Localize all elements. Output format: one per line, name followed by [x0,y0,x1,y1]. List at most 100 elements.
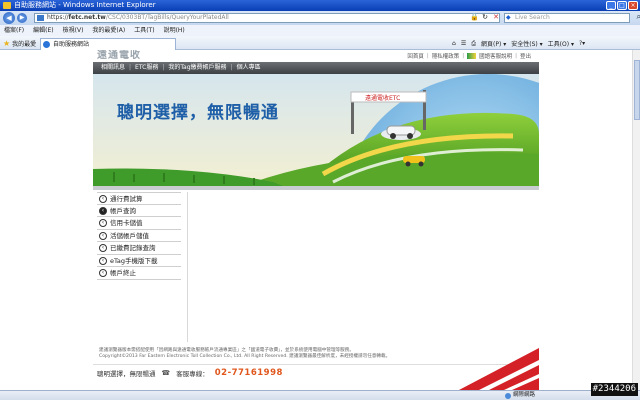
ie-page-icon [43,41,50,48]
search-provider-icon: ◆ [506,14,511,21]
ie-window: 自助服務網站 - Windows Internet Explorer _ □ ×… [0,0,640,400]
chevron-left-icon: ‹ [99,206,107,215]
banner-slogan: 聰明選擇，無限暢通 [117,103,279,123]
search-placeholder: Live Search [515,14,550,21]
close-button[interactable]: × [628,1,638,10]
minimize-button[interactable]: _ [606,1,616,10]
hero-banner: 遠通電收ETC 聰明選擇，無限暢通 [93,74,539,186]
maximize-button[interactable]: □ [617,1,627,10]
nav-etc-service[interactable]: ETC服務 [135,62,158,74]
watermark-id: #2344206 [590,383,638,396]
favorites-button[interactable]: ★ 我的最愛 [3,39,36,48]
site-logo[interactable]: 遠通電收 [97,50,141,61]
side-item-bank-topup[interactable]: ‹ 活儲帳戶儲值 [97,230,181,242]
scrollbar-thumb[interactable] [634,60,640,120]
address-host: fetc.net.tw [68,14,106,21]
side-item-label: 帳戶終止 [110,269,136,277]
page-icon [37,15,44,21]
forward-button[interactable]: ▶ [17,13,27,23]
side-menu: ‹ 通行費試算 ‹ 帳戶查詢 ‹ 信用卡儲值 ‹ 活儲帳戶儲值 ‹ 已繳費記錄查… [97,192,181,280]
refresh-button[interactable]: ↻ [481,13,489,21]
banner-illustration: 遠通電收ETC [93,74,539,186]
window-title: 自助服務網站 - Windows Internet Explorer [14,1,156,9]
home-icon[interactable]: ⌂ [452,40,456,47]
favorites-bar: ★ 我的最愛 自助服務網站 ⌂ ☰ ⎙ 網頁(P) ▾ 安全性(S) ▾ 工具(… [0,36,640,50]
chevron-left-icon: ‹ [99,269,107,277]
tools-menu[interactable]: 工具(O) ▾ [548,39,574,48]
side-item-account-termination[interactable]: ‹ 帳戶終止 [97,267,181,280]
safety-menu[interactable]: 安全性(S) ▾ [511,39,542,48]
site-container: 遠通電收 回首頁 | 隱私權政策 | 國語客服說明 | 登出 相關訊息 | ET… [93,50,539,390]
menu-file[interactable]: 檔案(F) [4,25,24,36]
banner-divider [93,186,539,190]
window-controls: _ □ × [606,1,638,10]
side-item-label: 已繳費記錄查詢 [110,244,156,252]
address-buttons: 🔒 ↻ ✕ [470,13,500,21]
chevron-left-icon: ‹ [99,256,107,265]
vertical-scrollbar[interactable] [632,50,640,390]
side-item-label: eTag手機版下載 [110,256,158,265]
content-divider [187,192,188,342]
hotline-slogan: 聰明選擇，無限暢通 [97,370,156,378]
menu-tools[interactable]: 工具(T) [134,25,154,36]
status-bar: 網際網路 100% ▾ [0,390,640,400]
app-icon [3,2,11,9]
side-item-account-query[interactable]: ‹ 帳戶查詢 [97,205,181,217]
nav-personal[interactable]: 個人專區 [237,62,261,74]
command-bar: ⌂ ☰ ⎙ 網頁(P) ▾ 安全性(S) ▾ 工具(O) ▾ ?▾ [452,39,585,49]
nav-news[interactable]: 相關訊息 [101,62,125,74]
hotline-label: 客服專線： [176,370,209,378]
side-item-label: 通行費試算 [110,195,143,203]
address-input[interactable]: https://fetc.net.tw/CSC/0303BT/TagBills/… [34,13,500,23]
side-item-payment-history[interactable]: ‹ 已繳費記錄查詢 [97,242,181,255]
footer-notice: 建議瀏覽器版本需搭配使用「因網路與遠通電收服務帳戶流通專業區」之「國道電子收費」… [99,348,439,360]
side-item-label: 信用卡儲值 [110,219,143,227]
footer-copyright: Copyright©2013 Far Eastern Electronic To… [99,354,391,359]
link-privacy[interactable]: 隱私權政策 [432,52,460,60]
link-logout[interactable]: 登出 [520,52,531,60]
help-icon[interactable]: ?▾ [579,40,585,47]
chevron-left-icon: ‹ [99,195,107,203]
address-prefix: https:// [47,14,69,21]
globe-icon [505,392,511,399]
title-bar: 自助服務網站 - Windows Internet Explorer _ □ × [0,0,640,11]
tab-active[interactable]: 自助服務網站 [40,38,176,50]
page-menu[interactable]: 網頁(P) ▾ [481,39,506,48]
lock-icon[interactable]: 🔒 [470,13,479,21]
chevron-left-icon: ‹ [99,219,107,227]
menu-view[interactable]: 檢視(V) [63,25,84,36]
print-icon[interactable]: ⎙ [471,40,476,48]
zone-label: 網際網路 [513,392,536,398]
menu-bar: 檔案(F) 編輯(E) 檢視(V) 我的最愛(A) 工具(T) 說明(H) [0,25,640,36]
back-button[interactable]: ◀ [3,12,15,24]
top-links: 回首頁 | 隱私權政策 | 國語客服說明 | 登出 [407,52,531,60]
search-icon[interactable]: ⌕ [637,13,640,21]
hotline: 聰明選擇，無限暢通 ☎ 客服專線： 02-77161998 [97,368,283,378]
banner-sign-text: 遠通電收ETC [365,94,400,102]
stop-button[interactable]: ✕ [492,13,500,21]
menu-help[interactable]: 說明(H) [164,25,185,36]
link-language[interactable]: 國語客服說明 [479,52,512,60]
side-item-credit-card-topup[interactable]: ‹ 信用卡儲值 [97,217,181,230]
side-item-toll-estimate[interactable]: ‹ 通行費試算 [97,192,181,205]
side-item-etag-mobile[interactable]: ‹ eTag手機版下載 [97,255,181,267]
chevron-left-icon: ‹ [99,231,107,240]
phone-icon: ☎ [161,369,171,377]
menu-favorites[interactable]: 我的最愛(A) [92,25,125,36]
side-item-label: 帳戶查詢 [110,206,136,215]
star-icon: ★ [3,39,11,48]
hotline-number[interactable]: 02-77161998 [215,368,283,378]
feeds-icon[interactable]: ☰ [461,40,466,47]
security-zone: 網際網路 [505,391,535,400]
tab-title: 自助服務網站 [53,41,90,48]
nav-tag-account[interactable]: 我的Tag繳費帳戶服務 [168,62,226,74]
link-home[interactable]: 回首頁 [407,52,424,60]
site-nav: 相關訊息 | ETC服務 | 我的Tag繳費帳戶服務 | 個人專區 [93,62,539,74]
footer-stripe-graphic [449,340,539,390]
search-input[interactable]: ◆ Live Search ⌕ [504,13,640,23]
flag-icon [467,53,477,59]
page-viewport: 遠通電收 回首頁 | 隱私權政策 | 國語客服說明 | 登出 相關訊息 | ET… [0,50,632,390]
side-item-label: 活儲帳戶儲值 [110,231,149,240]
menu-edit[interactable]: 編輯(E) [33,25,53,36]
address-path: /CSC/0303BT/TagBills/QueryYourPlatedAll [105,14,229,21]
